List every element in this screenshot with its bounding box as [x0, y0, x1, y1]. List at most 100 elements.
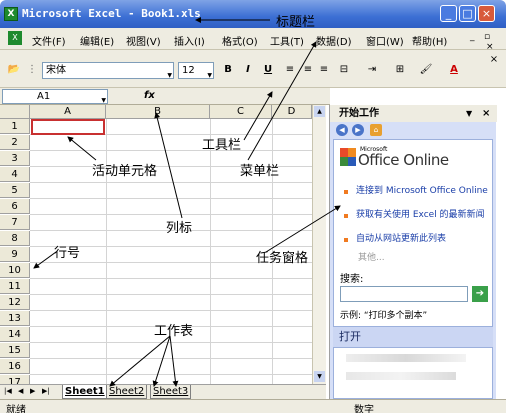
- column-header-b[interactable]: B: [106, 105, 210, 119]
- row-header[interactable]: 9: [0, 247, 30, 262]
- title-bar[interactable]: X Microsoft Excel - Book1.xls _ □ ×: [0, 0, 506, 28]
- worksheet-grid[interactable]: A B C D 1 2 3 4 5 6 7 8 9 10 11 12 13 14…: [0, 105, 326, 385]
- link-latest-news[interactable]: 获取有关使用 Excel 的最新新闻: [356, 210, 492, 221]
- row-header[interactable]: 8: [0, 231, 30, 246]
- annotation-sheets: 工作表: [154, 324, 194, 339]
- row-header[interactable]: 3: [0, 151, 30, 166]
- row-header[interactable]: 13: [0, 311, 30, 326]
- open-section-body: [333, 347, 493, 399]
- link-auto-update[interactable]: 自动从网站更新此列表: [356, 234, 492, 245]
- next-sheet-icon[interactable]: ▶: [30, 387, 35, 395]
- bullet-icon: [344, 214, 348, 218]
- align-right-icon[interactable]: ≡: [316, 62, 332, 78]
- menu-help[interactable]: 帮助(H): [412, 33, 447, 48]
- font-color-icon[interactable]: A: [446, 62, 462, 78]
- menu-tools[interactable]: 工具(T): [270, 33, 304, 48]
- font-name: 宋体: [46, 65, 66, 76]
- task-pane-close-icon[interactable]: ×: [482, 105, 490, 122]
- row-header[interactable]: 16: [0, 359, 30, 374]
- font-size-select[interactable]: 12 ▼: [178, 62, 214, 79]
- back-icon[interactable]: ◀: [336, 124, 348, 136]
- merge-center-icon[interactable]: ⊟: [336, 62, 352, 78]
- close-button[interactable]: ×: [478, 5, 495, 22]
- scroll-down-icon[interactable]: ▼: [314, 371, 325, 382]
- menu-edit[interactable]: 编辑(E): [80, 33, 114, 48]
- row-header[interactable]: 15: [0, 343, 30, 358]
- excel-icon[interactable]: X: [4, 7, 18, 21]
- vertical-scrollbar[interactable]: ▲ ▼: [312, 105, 326, 385]
- chevron-down-icon[interactable]: ▼: [207, 68, 212, 83]
- open-folder-icon[interactable]: 📂: [6, 62, 22, 78]
- menu-format[interactable]: 格式(O): [222, 33, 258, 48]
- annotation-menu-bar: 菜单栏: [240, 164, 280, 179]
- sheet-tab-2[interactable]: Sheet2: [106, 385, 148, 399]
- task-pane-body: Microsoft Office Online 连接到 Microsoft Of…: [333, 139, 493, 327]
- borders-icon[interactable]: ⊞: [392, 62, 408, 78]
- sheet-tab-3[interactable]: Sheet3: [150, 385, 192, 399]
- recent-file-item[interactable]: [346, 354, 466, 362]
- row-header[interactable]: 1: [0, 119, 30, 134]
- column-header-a[interactable]: A: [30, 105, 106, 119]
- minimize-button[interactable]: _: [440, 5, 457, 22]
- row-header[interactable]: 2: [0, 135, 30, 150]
- menu-data[interactable]: 数据(D): [316, 33, 352, 48]
- maximize-button[interactable]: □: [459, 5, 476, 22]
- annotation-active-cell: 活动单元格: [92, 164, 158, 179]
- grid-line: [30, 182, 326, 183]
- grid-line: [30, 374, 326, 375]
- home-icon[interactable]: ⌂: [370, 124, 382, 136]
- row-header[interactable]: 11: [0, 279, 30, 294]
- office-logo-icon: [340, 148, 356, 166]
- toolbar-close-icon[interactable]: ×: [486, 52, 502, 68]
- select-all-corner[interactable]: [0, 105, 30, 119]
- row-header[interactable]: 12: [0, 295, 30, 310]
- search-go-button[interactable]: ➔: [472, 286, 488, 302]
- recent-file-item[interactable]: [346, 372, 456, 380]
- task-pane-menu-icon[interactable]: ▼: [466, 105, 472, 122]
- underline-button[interactable]: U: [260, 62, 276, 78]
- search-input[interactable]: [340, 286, 468, 302]
- scroll-up-icon[interactable]: ▲: [314, 106, 325, 117]
- menu-window[interactable]: 窗口(W): [366, 33, 404, 48]
- insert-function-icon[interactable]: fx: [144, 90, 155, 101]
- sheet-tab-1[interactable]: Sheet1: [62, 385, 108, 399]
- menu-insert[interactable]: 插入(I): [174, 33, 205, 48]
- row-header[interactable]: 4: [0, 167, 30, 182]
- italic-button[interactable]: I: [240, 62, 256, 78]
- last-sheet-icon[interactable]: ▶|: [42, 387, 50, 395]
- row-header[interactable]: 14: [0, 327, 30, 342]
- chevron-down-icon[interactable]: ▼: [167, 68, 172, 83]
- column-header-c[interactable]: C: [210, 105, 272, 119]
- window-title: Microsoft Excel - Book1.xls: [22, 7, 201, 20]
- grid-line: [210, 119, 211, 385]
- toolbar-handle-icon[interactable]: ⋮: [24, 62, 40, 78]
- menu-file[interactable]: 文件(F): [32, 33, 66, 48]
- link-more[interactable]: 其他...: [358, 250, 385, 263]
- row-header[interactable]: 7: [0, 215, 30, 230]
- align-center-icon[interactable]: ≡: [300, 62, 316, 78]
- search-label: 搜索:: [340, 274, 364, 285]
- active-cell-a1[interactable]: [31, 119, 105, 135]
- grid-line: [30, 214, 326, 215]
- fill-color-icon[interactable]: 🖌: [418, 62, 434, 78]
- name-box[interactable]: A1 ▼: [2, 89, 108, 104]
- align-left-icon[interactable]: ≡: [282, 62, 298, 78]
- row-header[interactable]: 6: [0, 199, 30, 214]
- link-connect-office[interactable]: 连接到 Microsoft Office Online: [356, 186, 492, 197]
- column-header-d[interactable]: D: [272, 105, 312, 119]
- first-sheet-icon[interactable]: |◀: [4, 387, 12, 395]
- row-header[interactable]: 10: [0, 263, 30, 278]
- font-select[interactable]: 宋体 ▼: [42, 62, 174, 79]
- doc-minimize-icon[interactable]: _: [470, 32, 475, 42]
- workbook-icon[interactable]: X: [8, 31, 22, 45]
- prev-sheet-icon[interactable]: ◀: [18, 387, 23, 395]
- grid-line: [30, 166, 326, 167]
- row-header[interactable]: 5: [0, 183, 30, 198]
- doc-restore-icon[interactable]: ▫: [484, 32, 490, 42]
- indent-icon[interactable]: ⇥: [364, 62, 380, 78]
- grid-line: [30, 198, 326, 199]
- bold-button[interactable]: B: [220, 62, 236, 78]
- forward-icon[interactable]: ▶: [352, 124, 364, 136]
- task-pane-nav: ◀ ▶ ⌂: [334, 123, 394, 137]
- menu-view[interactable]: 视图(V): [126, 33, 161, 48]
